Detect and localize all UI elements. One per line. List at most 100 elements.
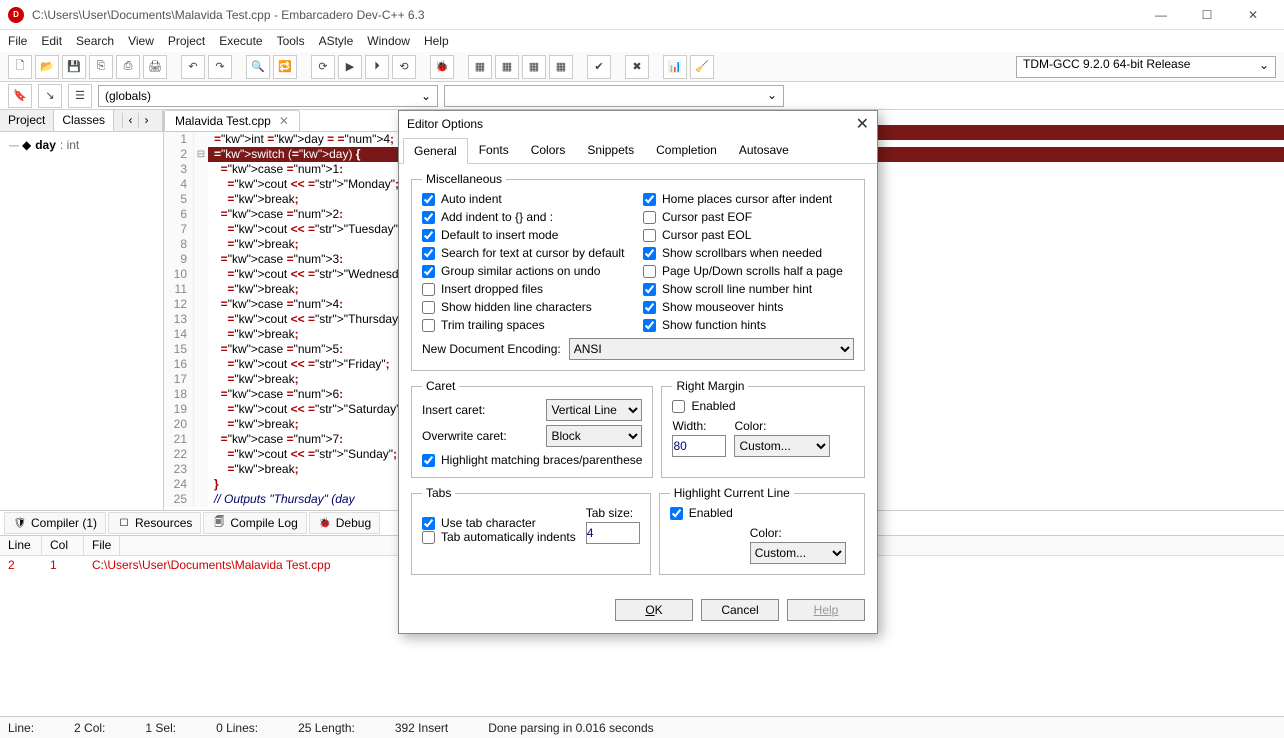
save-as-icon[interactable]: ⎙ (116, 55, 140, 79)
misc-checkbox[interactable]: Group similar actions on undo (422, 264, 633, 278)
tabs-legend: Tabs (422, 486, 455, 500)
save-icon[interactable]: 💾 (62, 55, 86, 79)
overwrite-caret-select[interactable]: Block (546, 425, 642, 447)
help-button[interactable]: Help (787, 599, 865, 621)
compile-icon[interactable]: ⟳ (311, 55, 335, 79)
misc-checkbox[interactable]: Show scroll line number hint (643, 282, 854, 296)
misc-checkbox[interactable]: Insert dropped files (422, 282, 633, 296)
undo-icon[interactable]: ↶ (181, 55, 205, 79)
tab-project[interactable]: Project (0, 110, 54, 131)
tab-size-input[interactable] (586, 522, 640, 544)
misc-checkbox[interactable]: Trim trailing spaces (422, 318, 633, 332)
width-input[interactable] (672, 435, 726, 457)
misc-checkbox[interactable]: Cursor past EOF (643, 210, 854, 224)
hcl-color-select[interactable]: Custom... (750, 542, 846, 564)
menu-file[interactable]: File (8, 34, 27, 48)
list-icon[interactable]: ☰ (68, 84, 92, 108)
status-line: Line: (8, 721, 34, 735)
dlg-tab-completion[interactable]: Completion (645, 137, 728, 163)
grid1-icon[interactable]: ▦ (468, 55, 492, 79)
misc-checkbox[interactable]: Show function hints (643, 318, 854, 332)
close-button[interactable]: ✕ (1230, 0, 1276, 30)
menu-execute[interactable]: Execute (219, 34, 262, 48)
hcl-enabled-checkbox[interactable]: Enabled (670, 506, 854, 520)
tab-auto-indent-checkbox[interactable]: Tab automatically indents (422, 530, 576, 544)
misc-checkbox[interactable]: Search for text at cursor by default (422, 246, 633, 260)
compile-run-icon[interactable]: ⏵ (365, 55, 389, 79)
find-icon[interactable]: 🔍 (246, 55, 270, 79)
class-tree[interactable]: ····· ◆ day : int (0, 132, 163, 158)
globals-dropdown[interactable]: (globals) (98, 85, 438, 107)
cancel-button[interactable]: Cancel (701, 599, 779, 621)
col-file[interactable]: File (84, 536, 120, 555)
redo-icon[interactable]: ↷ (208, 55, 232, 79)
ok-button[interactable]: OK (615, 599, 693, 621)
menu-view[interactable]: View (128, 34, 154, 48)
tab-left-arrow-icon[interactable]: ‹ (122, 113, 138, 128)
misc-checkbox[interactable]: Add indent to {} and : (422, 210, 633, 224)
maximize-button[interactable]: ☐ (1184, 0, 1230, 30)
misc-checkbox[interactable]: Auto indent (422, 192, 633, 206)
open-file-icon[interactable]: 📂 (35, 55, 59, 79)
dlg-tab-autosave[interactable]: Autosave (728, 137, 800, 163)
menu-window[interactable]: Window (367, 34, 410, 48)
menu-project[interactable]: Project (168, 34, 205, 48)
insert-caret-select[interactable]: Vertical Line (546, 399, 642, 421)
misc-checkbox[interactable]: Page Up/Down scrolls half a page (643, 264, 854, 278)
encoding-label: New Document Encoding: (422, 342, 561, 356)
right-margin-enabled-checkbox[interactable]: Enabled (672, 399, 854, 413)
grid4-icon[interactable]: ▦ (549, 55, 573, 79)
profile-icon[interactable]: 📊 (663, 55, 687, 79)
misc-checkbox[interactable]: Cursor past EOL (643, 228, 854, 242)
use-tab-checkbox[interactable]: Use tab character (422, 516, 576, 530)
dlg-tab-general[interactable]: General (403, 138, 468, 164)
col-col[interactable]: Col (42, 536, 84, 555)
dlg-tab-colors[interactable]: Colors (520, 137, 577, 163)
menu-astyle[interactable]: AStyle (319, 34, 354, 48)
save-all-icon[interactable]: ⎘ (89, 55, 113, 79)
bookmark-icon[interactable]: 🔖 (8, 84, 32, 108)
rebuild-icon[interactable]: ⟲ (392, 55, 416, 79)
stop-icon[interactable]: ✖ (625, 55, 649, 79)
dlg-tab-snippets[interactable]: Snippets (576, 137, 645, 163)
tab-classes[interactable]: Classes (54, 110, 114, 131)
grid3-icon[interactable]: ▦ (522, 55, 546, 79)
tab-right-arrow-icon[interactable]: › (138, 113, 154, 128)
editor-tab-close-icon[interactable]: ✕ (279, 114, 289, 128)
clean-icon[interactable]: 🧹 (690, 55, 714, 79)
goto-icon[interactable]: ↘ (38, 84, 62, 108)
encoding-select[interactable]: ANSI (569, 338, 854, 360)
tree-dots-icon: ····· (8, 138, 18, 152)
check-icon[interactable]: ✔ (587, 55, 611, 79)
bottom-tab-resources[interactable]: ☐Resources (108, 512, 201, 534)
compiler-select[interactable]: TDM-GCC 9.2.0 64-bit Release (1016, 56, 1276, 78)
tree-var-type: : int (60, 138, 79, 152)
col-line[interactable]: Line (0, 536, 42, 555)
bottom-tab-compile-log[interactable]: 🗐Compile Log (203, 512, 306, 534)
bottom-tab-debug[interactable]: 🐞Debug (309, 512, 380, 534)
function-dropdown[interactable] (444, 85, 784, 107)
misc-checkbox[interactable]: Show hidden line characters (422, 300, 633, 314)
editor-tab[interactable]: Malavida Test.cpp ✕ (164, 110, 300, 131)
bug-icon: 🐞 (318, 516, 332, 530)
debug-icon[interactable]: 🐞 (430, 55, 454, 79)
grid2-icon[interactable]: ▦ (495, 55, 519, 79)
rm-color-select[interactable]: Custom... (734, 435, 830, 457)
dlg-tab-fonts[interactable]: Fonts (468, 137, 520, 163)
misc-checkbox[interactable]: Default to insert mode (422, 228, 633, 242)
dialog-close-icon[interactable]: ✕ (856, 114, 869, 134)
misc-checkbox[interactable]: Home places cursor after indent (643, 192, 854, 206)
minimize-button[interactable]: — (1138, 0, 1184, 30)
run-icon[interactable]: ▶ (338, 55, 362, 79)
menu-help[interactable]: Help (424, 34, 449, 48)
menu-tools[interactable]: Tools (277, 34, 305, 48)
replace-icon[interactable]: 🔁 (273, 55, 297, 79)
new-file-icon[interactable]: 🗋 (8, 55, 32, 79)
bottom-tab-compiler[interactable]: 🛡Compiler (1) (4, 512, 106, 534)
print-icon[interactable]: 🖨 (143, 55, 167, 79)
highlight-braces-checkbox[interactable]: Highlight matching braces/parenthese (422, 453, 642, 467)
menu-search[interactable]: Search (76, 34, 114, 48)
misc-checkbox[interactable]: Show scrollbars when needed (643, 246, 854, 260)
menu-edit[interactable]: Edit (41, 34, 62, 48)
misc-checkbox[interactable]: Show mouseover hints (643, 300, 854, 314)
